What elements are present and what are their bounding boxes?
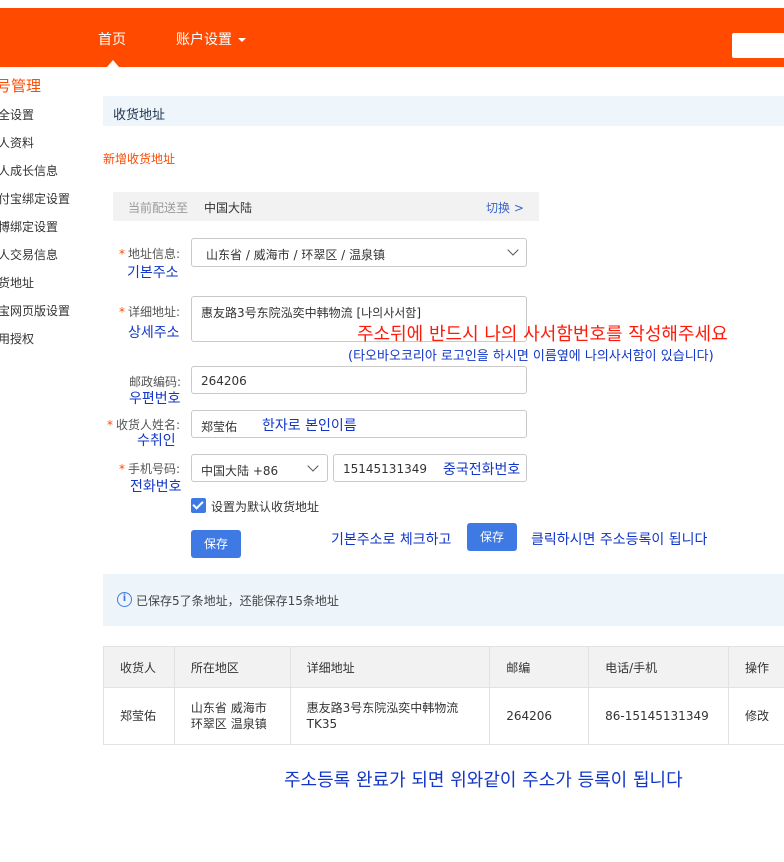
table-cell: 264206 (489, 687, 590, 745)
address-count-notice: i 已保存5了条地址，还能保存15条地址 (103, 574, 784, 626)
postal-code-field[interactable]: 264206 (191, 366, 527, 394)
new-address-heading: 新增收货地址 (103, 152, 176, 166)
chevron-down-icon (307, 460, 319, 472)
deliver-value: 中国大陆 (204, 201, 253, 215)
postal-code-value: 264206 (201, 374, 247, 388)
table-cell: 惠友路3号东院泓奕中韩物流 TK35 (289, 687, 491, 745)
table-cell: 86-15145131349 (588, 687, 730, 745)
save-button-example: 保存 (467, 523, 517, 551)
deliver-region-bar: 当前配送至 中国大陆 切换 > (113, 192, 539, 221)
column-header: 电话/手机 (588, 646, 730, 688)
name-kr-note: 수취인 (137, 433, 176, 449)
phone-region-select[interactable]: 中国大陆 +86 (191, 454, 328, 482)
name-hint-kr: 한자로 본인이름 (262, 418, 357, 434)
recipient-name-field[interactable]: 郑莹佑 (191, 410, 527, 438)
table-cell: 郑莹佑 (103, 687, 175, 745)
table-row: 郑莹佑 山东省 威海市 环翠区 温泉镇 惠友路3号东院泓奕中韩物流 TK35 2… (103, 687, 784, 745)
address-table: 收货人 所在地区 详细地址 邮编 电话/手机 操作 郑莹佑 山东省 威海市 环翠… (103, 646, 784, 745)
detail-label-text: 详细地址: (128, 305, 181, 319)
region-kr-note: 기본주소 (127, 265, 179, 281)
region-select-value: 山东省 / 威海市 / 环翠区 / 温泉镇 (206, 248, 386, 262)
page-title: 收货地址 (113, 108, 166, 123)
nav-account-settings[interactable]: 账户设置 (176, 29, 246, 49)
phone-label: * 手机号码: (119, 460, 180, 477)
nav-home-link[interactable]: 首页 (98, 29, 126, 49)
notice-text: 已保存5了条地址，还能保存15条地址 (136, 594, 339, 608)
phone-region-value: 中国大陆 +86 (201, 464, 279, 478)
sidebar-item[interactable]: 付宝绑定设置 (0, 190, 70, 207)
phone-kr-note: 전화번호 (130, 479, 182, 495)
switch-region-link[interactable]: 切换 > (486, 199, 524, 216)
detail-kr-note: 상세주소 (128, 325, 180, 341)
default-address-checkbox[interactable] (191, 498, 206, 513)
top-nav-bar: 首页 账户设置 (0, 8, 784, 67)
required-mark: * (119, 462, 125, 476)
region-select[interactable]: 山东省 / 威海市 / 环翠区 / 温泉镇 (191, 238, 527, 267)
region-label: * 地址信息: (119, 245, 180, 262)
detail-note-red: 주소뒤에 반드시 나의 사서함번호를 작성해주세요 (357, 324, 728, 345)
phone-hint-kr: 중국전화번호 (443, 462, 521, 478)
required-mark: * (119, 305, 125, 319)
table-cell: 山东省 威海市 环翠区 温泉镇 (173, 687, 291, 745)
sidebar-item[interactable]: 用授权 (0, 330, 34, 347)
chevron-down-icon (507, 244, 519, 256)
required-mark: * (107, 418, 113, 432)
default-address-label: 设置为默认收货地址 (211, 500, 320, 514)
section-header: 收货地址 (103, 96, 784, 126)
save-button[interactable]: 保存 (191, 530, 241, 558)
sidebar-item[interactable]: 人资料 (0, 134, 34, 151)
postal-kr-note: 우편번호 (129, 391, 181, 407)
table-header-row: 收货人 所在地区 详细地址 邮编 电话/手机 操作 (103, 646, 784, 688)
deliver-label: 当前配送至 (128, 201, 189, 215)
sidebar-title: 号管理 (0, 77, 42, 95)
sidebar-item[interactable]: 宝网页版设置 (0, 302, 70, 319)
phone-label-text: 手机号码: (128, 462, 181, 476)
active-nav-indicator (107, 60, 119, 67)
detail-label: * 详细地址: (119, 303, 180, 320)
search-input[interactable] (732, 33, 784, 58)
info-icon: i (117, 592, 132, 607)
edit-link[interactable]: 修改 (728, 687, 784, 745)
phone-number-value: 15145131349 (343, 462, 427, 476)
bottom-note: 주소등록 완료가 되면 위와같이 주소가 등록이 됩니다 (284, 770, 683, 791)
nav-account-label: 账户设置 (176, 32, 232, 48)
sidebar-item-address[interactable]: 货地址 (0, 274, 34, 291)
instruction-before: 기본주소로 체크하고 (331, 532, 452, 548)
column-header: 邮编 (489, 646, 590, 688)
instruction-after: 클릭하시면 주소등록이 됩니다 (531, 532, 708, 548)
sidebar-item[interactable]: 全设置 (0, 106, 34, 123)
column-header: 操作 (728, 646, 784, 688)
sidebar-item[interactable]: 博绑定设置 (0, 218, 58, 235)
sidebar-item[interactable]: 人交易信息 (0, 246, 58, 263)
column-header: 详细地址 (289, 646, 491, 688)
column-header: 所在地区 (173, 646, 291, 688)
region-label-text: 地址信息: (128, 247, 181, 261)
recipient-name-value: 郑莹佑 (201, 420, 238, 434)
detail-address-value: 惠友路3号东院泓奕中韩物流 [나의사서함] (201, 306, 422, 320)
column-header: 收货人 (103, 646, 175, 688)
detail-note-blue: (타오바오코리아 로고인을 하시면 이름옆에 나의사서함이 있습니다) (348, 349, 714, 364)
required-mark: * (119, 247, 125, 261)
sidebar-item[interactable]: 人成长信息 (0, 162, 58, 179)
chevron-down-icon (238, 38, 246, 42)
